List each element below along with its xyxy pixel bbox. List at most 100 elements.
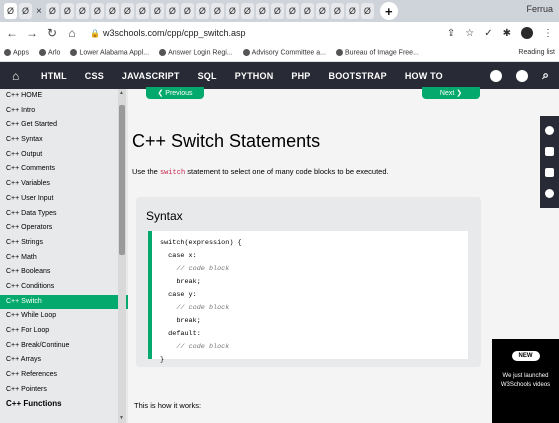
sidebar-item[interactable]: C++ For Loop (0, 324, 128, 339)
sidebar-item[interactable]: C++ Variables (0, 177, 128, 192)
browser-tab[interactable]: Ø (360, 3, 374, 19)
bookmark-icon (242, 48, 250, 56)
puzzle-icon[interactable]: ✱ (503, 28, 511, 39)
sidebar-item[interactable]: C++ Break/Continue (0, 339, 128, 354)
profile-avatar[interactable] (521, 27, 533, 39)
bookmark-item[interactable]: Answer Login Regi... (159, 48, 233, 57)
browser-tab[interactable]: Ø (330, 3, 344, 19)
url-text: w3schools.com/cpp/cpp_switch.asp (102, 28, 246, 38)
bookmark-icon (159, 48, 167, 56)
sidebar-item[interactable]: C++ Pointers (0, 383, 128, 398)
browser-tab[interactable]: Ø (165, 3, 179, 19)
reading-list[interactable]: Reading list (518, 49, 555, 56)
browser-tab[interactable]: Ø (4, 3, 17, 19)
sidebar-item[interactable]: C++ Math (0, 251, 128, 266)
sidebar-item[interactable]: C++ Data Types (0, 207, 128, 222)
bookmark-item[interactable]: Bureau of Image Free... (335, 48, 419, 56)
home-icon[interactable]: ⌂ (66, 26, 78, 40)
browser-tab[interactable]: Ø (315, 3, 329, 19)
topnav-link-php[interactable]: PHP (282, 71, 319, 81)
topnav-link-python[interactable]: PYTHON (226, 71, 283, 81)
bookmark-item[interactable]: Lower Alabama Appl... (70, 48, 149, 56)
new-tab-button[interactable]: + (379, 2, 398, 20)
sidebar-item[interactable]: C++ Arrays (0, 353, 128, 368)
topnav-link-bootstrap[interactable]: BOOTSTRAP (320, 71, 396, 81)
gear-icon[interactable] (545, 189, 554, 198)
browser-tab[interactable]: Ø (255, 3, 269, 19)
sidebar-item[interactable]: C++ While Loop (0, 309, 128, 324)
new-badge: NEW (511, 351, 540, 361)
browser-tab[interactable]: Ø (105, 3, 119, 19)
menu-icon[interactable]: ⋮ (543, 28, 553, 39)
inline-code: switch (159, 169, 186, 177)
sidebar-item[interactable]: C++ Switch (0, 294, 128, 310)
sidebar-item[interactable]: C++ Output (0, 148, 128, 163)
close-tab-icon[interactable]: × (36, 6, 42, 17)
topnav-link-css[interactable]: CSS (76, 71, 113, 81)
browser-tab[interactable]: Ø (300, 3, 314, 19)
promo-card[interactable]: NEW We just launched W3Schools videos (492, 339, 559, 423)
topnav-link-sql[interactable]: SQL (189, 71, 226, 81)
browser-tab[interactable]: Ø (60, 3, 74, 19)
sidebar-item[interactable]: C++ Operators (0, 221, 128, 236)
bookmark-icon (4, 48, 11, 56)
browser-tab[interactable]: Ø (150, 3, 164, 19)
sidebar-item[interactable]: C++ HOME (0, 89, 128, 104)
scroll-down-icon[interactable]: ▼ (119, 415, 124, 421)
next-button[interactable]: Next ❯ (422, 87, 480, 99)
search-icon[interactable]: ⌕ (542, 68, 549, 83)
share-icon[interactable]: ⇪ (447, 28, 455, 39)
topnav-link-html[interactable]: HTML (32, 71, 76, 81)
topnav-link-how-to[interactable]: HOW TO (396, 71, 452, 81)
browser-tab[interactable]: Ø (90, 3, 104, 19)
browser-tab[interactable]: Ø (345, 3, 359, 19)
browser-tab[interactable]: Ø (240, 3, 254, 19)
sidebar-item[interactable]: C++ Comments (0, 162, 128, 177)
sidebar-item[interactable]: C++ Get Started (0, 118, 128, 133)
sidebar-item[interactable]: C++ Syntax (0, 133, 128, 148)
sidebar-scroll-thumb[interactable] (119, 105, 125, 255)
browser-tab[interactable]: Ø (180, 3, 194, 19)
site-topnav: ⌂ HTML CSS JAVASCRIPT SQL PYTHON PHP BOOTSTRAP… (0, 62, 559, 89)
reload-icon[interactable]: ↻ (46, 26, 58, 40)
sidebar-section-functions[interactable]: C++ Functions (0, 397, 128, 412)
browser-tab[interactable]: Ø (270, 3, 284, 19)
sidebar-item[interactable]: C++ Booleans (0, 265, 128, 280)
browser-tab[interactable]: Ø (225, 3, 239, 19)
bookmark-item[interactable]: Apps (4, 48, 29, 56)
syntax-heading: Syntax (146, 209, 183, 223)
browser-tab[interactable]: Ø (120, 3, 134, 19)
theme-toggle-icon[interactable] (490, 69, 503, 82)
browser-tab[interactable]: Ø (45, 3, 59, 19)
forward-icon[interactable]: → (26, 26, 38, 40)
bookmark-item[interactable]: Arlo (38, 48, 61, 57)
extensions-icon[interactable]: ✓ (484, 28, 492, 39)
bookmark-icon (38, 48, 46, 56)
bookmark-label: Answer Login Regi... (168, 49, 233, 57)
browser-tab[interactable]: Ø (195, 3, 209, 19)
sidebar-item[interactable]: C++ References (0, 368, 128, 383)
sidebar-item[interactable]: C++ Conditions (0, 280, 128, 295)
bookmark-star-icon[interactable]: ☆ (465, 28, 474, 39)
url-field[interactable]: 🔒 w3schools.com/cpp/cpp_switch.asp (90, 28, 246, 38)
browser-tab[interactable]: Ø (19, 3, 32, 19)
settings-icon[interactable] (545, 126, 554, 135)
topnav-link-javascript[interactable]: JAVASCRIPT (113, 71, 189, 81)
video-icon[interactable] (545, 147, 554, 156)
home-icon[interactable]: ⌂ (12, 69, 32, 83)
sidebar-item[interactable]: C++ User Input (0, 192, 128, 207)
bookmark-item[interactable]: Advisory Committee a... (242, 48, 326, 56)
scroll-up-icon[interactable]: ▲ (119, 90, 124, 96)
browser-tab[interactable]: Ø (75, 3, 89, 19)
sidebar-item[interactable]: C++ Intro (0, 104, 128, 119)
previous-button[interactable]: ❮ Previous (146, 87, 204, 99)
browser-tab[interactable]: Ø (135, 3, 149, 19)
browser-tab[interactable]: Ø (210, 3, 224, 19)
sidebar-item[interactable]: C++ Strings (0, 236, 128, 251)
image-icon[interactable] (545, 168, 554, 177)
globe-icon[interactable] (516, 69, 529, 82)
back-icon[interactable]: ← (6, 26, 18, 40)
bookmark-label: Arlo (47, 49, 61, 57)
browser-tab[interactable]: Ø (285, 3, 299, 19)
code-line: } (160, 356, 165, 364)
